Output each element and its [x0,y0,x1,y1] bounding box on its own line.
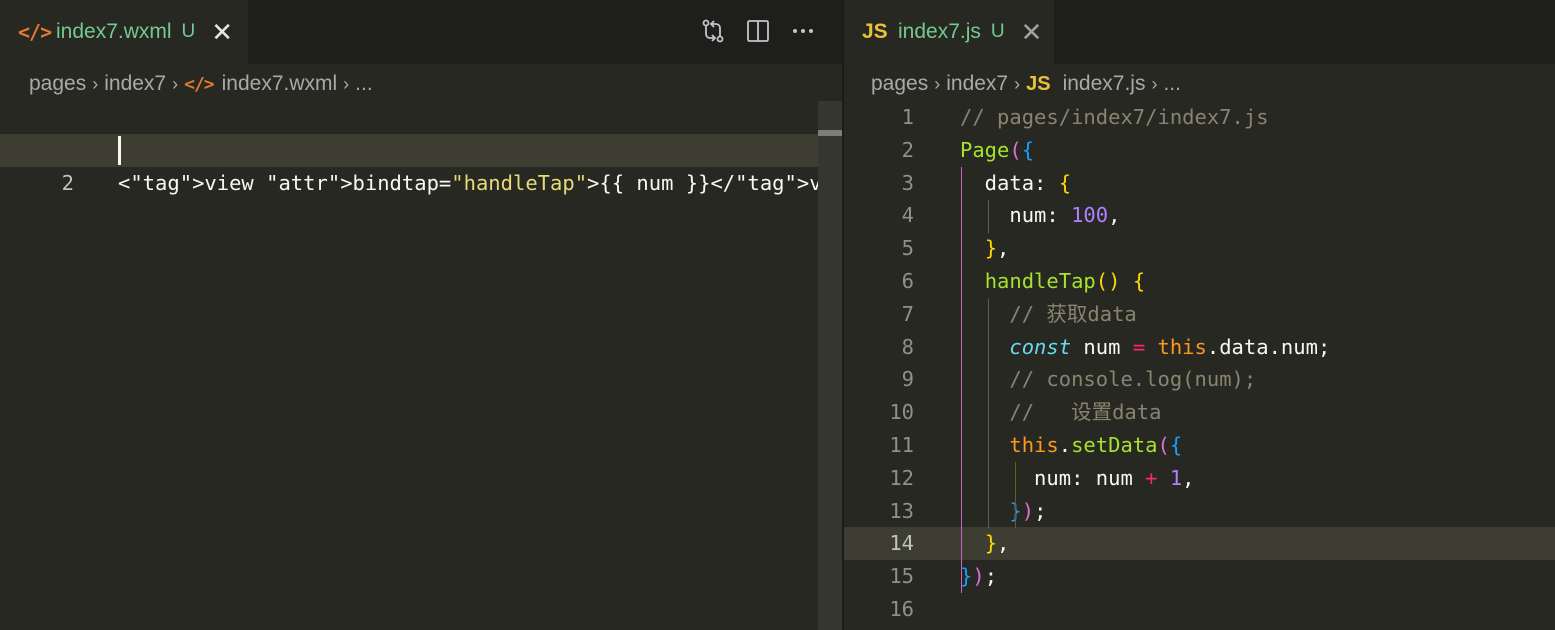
chevron-right-icon: › [1151,73,1158,94]
split-editor-icon[interactable] [744,16,771,46]
code-area[interactable]: 1 // pages/index7/index7.js 2 Page({ 3 data:… [844,101,1555,626]
indent-guide [988,298,989,528]
line-text: handleTap() { [984,268,1146,293]
right-editor-group: JS index7.js U ✕ pages › index7 › JS ind… [844,0,1555,630]
line-number: 3 [901,170,914,195]
code-line: 11 this.setData({ [844,429,1555,462]
code-line: 1 <"tag">view "attr">bindtap="handleTap"… [0,101,842,195]
chevron-right-icon: › [172,73,179,94]
code-line: 15}); [844,560,1555,593]
close-icon[interactable]: ✕ [211,19,233,45]
line-number: 2 [901,137,914,162]
chevron-right-icon: › [934,73,941,94]
chevron-right-icon: › [1014,73,1021,94]
breadcrumb-item-file[interactable]: index7.wxml [222,72,338,96]
line-text: Page({ [960,137,1035,162]
code-line: 1 // pages/index7/index7.js [844,101,1555,134]
vertical-scrollbar[interactable] [818,101,842,630]
chevron-right-icon: › [343,73,350,94]
code-line: 16 [844,593,1555,626]
breadcrumb-item-symbols[interactable]: ... [1163,72,1181,96]
line-number: 6 [901,268,914,293]
current-line: 2 [0,133,842,195]
line-text: // pages/index7/index7.js [960,105,1269,129]
more-actions-icon[interactable] [789,16,816,46]
js-file-icon: JS [862,20,888,43]
line-number: 4 [901,203,914,228]
line-text: // 设置data [1009,400,1162,425]
code-line: 6 handleTap() { [844,265,1555,298]
js-file-icon: JS [1026,72,1051,95]
breadcrumb: pages › index7 › </> index7.wxml › ... [29,70,373,98]
untracked-status-badge: U [990,21,1005,42]
line-text: num: 100, [960,203,1121,228]
code-line: 3 data: { [844,167,1555,200]
line-number: 16 [889,596,914,621]
breadcrumb: pages › index7 › JS index7.js › ... [871,70,1181,98]
line-number: 15 [889,564,914,589]
code-line: 8 const num = this.data.num; [844,331,1555,364]
chevron-right-icon: › [92,73,99,94]
close-icon[interactable]: ✕ [1021,19,1043,45]
code-line: 10 // 设置data [844,396,1555,429]
left-editor-group: </> index7.wxml U ✕ pages › index7 › </>… [0,0,842,630]
line-text: <"tag">view "attr">bindtap="handleTap">{… [118,170,842,195]
breadcrumb-item-file[interactable]: index7.js [1063,72,1146,96]
line-number: 7 [901,301,914,326]
line-number: 13 [889,498,914,523]
right-tab-bar: JS index7.js U ✕ [844,0,1555,64]
bracket-pair-guide [961,167,962,593]
text-cursor [118,135,121,165]
tab-filename: index7.js [898,20,981,43]
tab-filename: index7.wxml [56,20,172,43]
indent-guide [1015,462,1016,528]
line-text: const num = this.data.num; [1009,334,1331,359]
indent-guide [988,200,989,233]
breadcrumb-item-pages[interactable]: pages [29,72,86,96]
line-text: // 获取data [1009,301,1137,326]
line-text: // console.log(num); [1009,367,1257,392]
code-line: 7 // 获取data [844,298,1555,331]
line-number: 8 [901,334,914,359]
untracked-status-badge: U [181,21,196,42]
left-tab-bar: </> index7.wxml U ✕ [0,0,842,64]
current-line: 14 }, [844,527,1555,561]
breadcrumb-item-symbols[interactable]: ... [355,72,373,96]
breadcrumb-item-pages[interactable]: pages [871,72,928,96]
open-changes-icon[interactable] [699,16,726,46]
xml-code-icon: </> [18,20,52,44]
line-text: }); [1009,498,1047,523]
line-text: }, [984,236,1010,261]
code-line: 13 }); [844,495,1555,528]
code-line: 5 }, [844,232,1555,265]
code-line: 2 Page({ [844,134,1555,167]
breadcrumb-item-folder[interactable]: index7 [104,72,166,96]
line-text: }); [960,564,998,589]
code-line: 9 // console.log(num); [844,363,1555,396]
line-number: 11 [889,432,914,457]
line-number: 1 [901,105,914,129]
tab-index7-wxml[interactable]: </> index7.wxml U ✕ [0,0,248,64]
code-area[interactable]: 1 <"tag">view "attr">bindtap="handleTap"… [0,101,842,195]
code-line: 4 num: 100, [844,199,1555,232]
line-number: 10 [889,400,914,425]
line-number: 5 [901,236,914,261]
line-text: this.setData({ [1009,432,1183,457]
line-text: }, [984,531,1010,556]
scrollbar-thumb[interactable] [818,130,842,136]
editor-actions [699,16,816,46]
code-line: 12 num: num + 1, [844,462,1555,495]
tab-index7-js[interactable]: JS index7.js U ✕ [844,0,1054,64]
line-number: 9 [901,367,914,392]
line-text: num: num + 1, [960,465,1195,490]
line-number: 14 [889,531,914,556]
line-number: 12 [889,465,914,490]
line-number: 2 [61,170,74,195]
line-text: data: { [960,170,1072,195]
xml-code-icon: </> [184,73,214,95]
breadcrumb-item-folder[interactable]: index7 [946,72,1008,96]
